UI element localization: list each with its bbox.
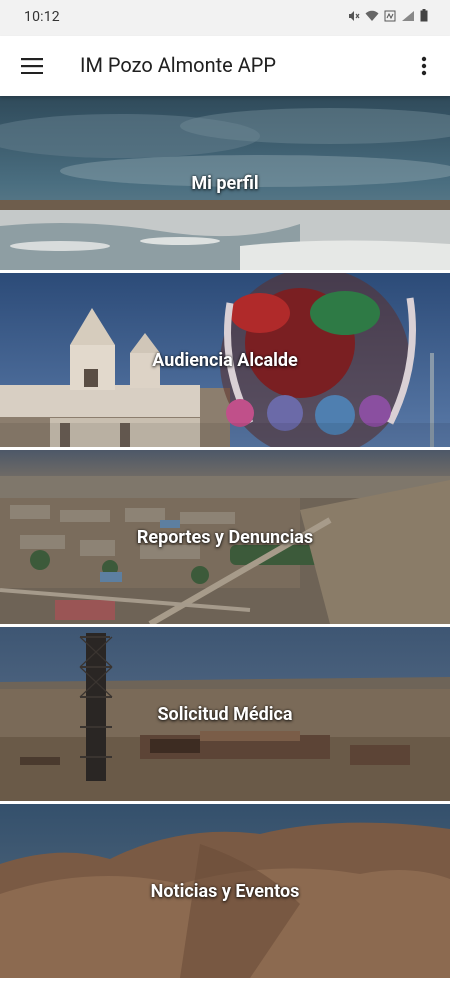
app-title: IM Pozo Almonte APP — [80, 53, 277, 77]
card-noticias-eventos[interactable]: Noticias y Eventos — [0, 804, 450, 978]
data-icon — [384, 10, 396, 22]
card-audiencia-alcalde[interactable]: Audiencia Alcalde — [0, 273, 450, 447]
card-mi-perfil[interactable]: Mi perfil — [0, 96, 450, 270]
mute-icon — [348, 10, 360, 22]
status-bar: 10:12 — [0, 0, 450, 36]
signal-icon — [401, 10, 415, 22]
status-time: 10:12 — [24, 9, 60, 25]
hamburger-menu-icon[interactable] — [14, 48, 50, 84]
wifi-icon — [365, 10, 379, 22]
card-label: Noticias y Eventos — [150, 880, 300, 902]
menu-cards: Mi perfil Audiencia Alcalde Reportes y D… — [0, 96, 450, 981]
status-icons — [348, 9, 428, 22]
more-vert-icon[interactable] — [408, 48, 440, 84]
card-reportes-denuncias[interactable]: Reportes y Denuncias — [0, 450, 450, 624]
card-solicitud-medica[interactable]: Solicitud Médica — [0, 627, 450, 801]
card-label: Solicitud Médica — [157, 703, 293, 725]
battery-icon — [420, 9, 428, 22]
card-label: Audiencia Alcalde — [152, 349, 298, 371]
card-label: Mi perfil — [191, 172, 259, 194]
card-label: Reportes y Denuncias — [136, 526, 314, 548]
app-bar: IM Pozo Almonte APP — [0, 36, 450, 96]
